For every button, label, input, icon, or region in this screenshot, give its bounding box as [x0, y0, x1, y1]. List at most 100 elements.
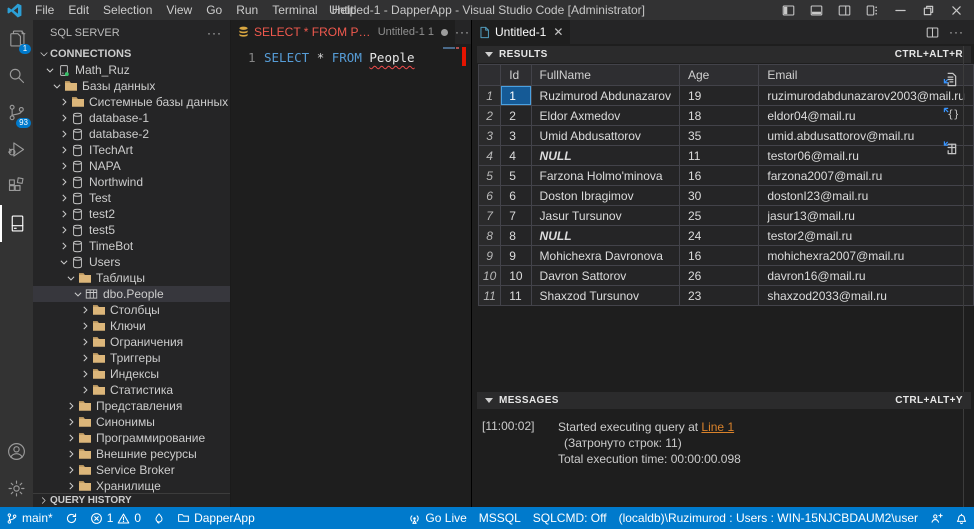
folder-status-item[interactable]: DapperApp — [171, 507, 261, 529]
tree-item[interactable]: Northwind — [33, 174, 230, 190]
notifications-item[interactable] — [949, 507, 974, 529]
tree-item[interactable]: Хранилище — [33, 478, 230, 494]
tree-item[interactable]: dbo.People — [33, 286, 230, 302]
tree-item[interactable]: Системные базы данных — [33, 94, 230, 110]
row-number-cell[interactable]: 5 — [479, 166, 501, 186]
grid-cell[interactable]: umid.abdusattorov@mail.ru — [759, 126, 974, 146]
results-grid[interactable]: IdFullNameAgeEmail11Ruzimurod Abdunazaro… — [478, 64, 974, 306]
grid-cell[interactable]: Doston Ibragimov — [531, 186, 679, 206]
tree-item[interactable]: Таблицы — [33, 270, 230, 286]
minimize-icon[interactable] — [888, 1, 912, 19]
menu-file[interactable]: File — [28, 3, 61, 17]
tree-item[interactable]: Представления — [33, 398, 230, 414]
menu-selection[interactable]: Selection — [96, 3, 159, 17]
results-section-header[interactable]: RESULTS CTRL+ALT+R — [477, 46, 971, 63]
tree-item[interactable]: NAPA — [33, 158, 230, 174]
line-1-link[interactable]: Line 1 — [701, 420, 734, 434]
split-editor-icon[interactable] — [926, 26, 939, 39]
tree-item[interactable]: ITechArt — [33, 142, 230, 158]
tree-item[interactable]: test2 — [33, 206, 230, 222]
tab-untitled-1-results[interactable]: Untitled-1 ✕ — [472, 20, 570, 44]
grid-column-header[interactable]: FullName — [531, 65, 679, 86]
tree-item[interactable]: test5 — [33, 222, 230, 238]
git-branch-item[interactable]: main* — [0, 507, 59, 529]
sql-server-icon[interactable] — [0, 205, 33, 242]
grid-cell[interactable]: davron16@mail.ru — [759, 266, 974, 286]
problems-item[interactable]: 1 0 — [84, 507, 147, 529]
grid-cell[interactable]: 2 — [501, 106, 531, 126]
grid-cell[interactable]: 9 — [501, 246, 531, 266]
menu-edit[interactable]: Edit — [61, 3, 96, 17]
grid-cell[interactable]: Shaxzod Tursunov — [531, 286, 679, 306]
grid-column-header[interactable]: Age — [679, 65, 758, 86]
source-control-icon[interactable]: 93 — [0, 94, 33, 131]
grid-cell[interactable]: jasur13@mail.ru — [759, 206, 974, 226]
sql-editor[interactable]: 1 SELECT * FROM People — [231, 44, 471, 507]
grid-cell[interactable]: 16 — [679, 246, 758, 266]
layout-sidebar-icon[interactable] — [776, 1, 800, 19]
connection-item[interactable]: (localdb)\Ruzimurod : Users : WIN-15NJCB… — [613, 507, 924, 529]
save-json-icon[interactable]: {} — [943, 106, 958, 121]
grid-cell[interactable]: 24 — [679, 226, 758, 246]
tree-item[interactable]: Индексы — [33, 366, 230, 382]
tree-item[interactable]: Ограничения — [33, 334, 230, 350]
grid-cell[interactable]: 26 — [679, 266, 758, 286]
grid-cell[interactable]: 10 — [501, 266, 531, 286]
sync-item[interactable] — [59, 507, 84, 529]
grid-cell[interactable]: 6 — [501, 186, 531, 206]
tree-item[interactable]: Столбцы — [33, 302, 230, 318]
grid-cell[interactable]: eldor04@mail.ru — [759, 106, 974, 126]
tree-item[interactable]: database-1 — [33, 110, 230, 126]
go-live-item[interactable]: Go Live — [402, 507, 472, 529]
grid-cell[interactable]: mohichexra2007@mail.ru — [759, 246, 974, 266]
row-number-cell[interactable]: 8 — [479, 226, 501, 246]
grid-cell[interactable]: farzona2007@mail.ru — [759, 166, 974, 186]
run-and-debug-icon[interactable] — [0, 131, 33, 168]
mssql-item[interactable]: MSSQL — [473, 507, 527, 529]
grid-cell[interactable]: 4 — [501, 146, 531, 166]
tree-item[interactable]: database-2 — [33, 126, 230, 142]
restore-icon[interactable] — [916, 1, 940, 19]
grid-column-header[interactable]: Email — [759, 65, 974, 86]
grid-cell[interactable]: NULL — [531, 226, 679, 246]
grid-cell[interactable]: 11 — [679, 146, 758, 166]
modified-dot-icon[interactable] — [441, 29, 448, 36]
tree-item[interactable]: Программирование — [33, 430, 230, 446]
grid-cell[interactable]: Farzona Holmo'minova — [531, 166, 679, 186]
close-icon[interactable] — [944, 1, 968, 19]
more-actions-icon[interactable]: ··· — [949, 25, 964, 39]
tree-item[interactable]: Внешние ресурсы — [33, 446, 230, 462]
menu-view[interactable]: View — [159, 3, 199, 17]
menu-go[interactable]: Go — [199, 3, 229, 17]
search-icon[interactable] — [0, 57, 33, 94]
grid-cell[interactable]: dostonI23@mail.ru — [759, 186, 974, 206]
tab-sql-query[interactable]: SELECT * FROM People Untitled-1 1 — [231, 20, 455, 44]
grid-cell[interactable]: shaxzod2033@mail.ru — [759, 286, 974, 306]
tree-item[interactable]: Test — [33, 190, 230, 206]
row-number-cell[interactable]: 7 — [479, 206, 501, 226]
row-number-cell[interactable]: 9 — [479, 246, 501, 266]
connections-section[interactable]: CONNECTIONS — [33, 46, 230, 62]
tree-item[interactable]: Users — [33, 254, 230, 270]
row-number-cell[interactable]: 3 — [479, 126, 501, 146]
grid-cell[interactable]: 18 — [679, 106, 758, 126]
grid-cell[interactable]: 3 — [501, 126, 531, 146]
row-number-cell[interactable]: 2 — [479, 106, 501, 126]
grid-cell[interactable]: testor06@mail.ru — [759, 146, 974, 166]
grid-column-header[interactable]: Id — [501, 65, 531, 86]
tree-item[interactable]: Service Broker — [33, 462, 230, 478]
grid-cell[interactable]: 19 — [679, 86, 758, 106]
grid-cell[interactable]: Eldor Axmedov — [531, 106, 679, 126]
row-number-cell[interactable]: 4 — [479, 146, 501, 166]
grid-cell[interactable]: 23 — [679, 286, 758, 306]
grid-cell[interactable]: Umid Abdusattorov — [531, 126, 679, 146]
query-history-section[interactable]: QUERY HISTORY — [33, 493, 230, 507]
grid-cell[interactable]: 7 — [501, 206, 531, 226]
extensions-icon[interactable] — [0, 168, 33, 205]
save-csv-icon[interactable] — [943, 72, 958, 87]
grid-cell[interactable]: Mohichexra Davronova — [531, 246, 679, 266]
customize-layout-icon[interactable] — [860, 1, 884, 19]
close-icon[interactable]: ✕ — [553, 25, 563, 39]
row-number-cell[interactable]: 11 — [479, 286, 501, 306]
save-excel-icon[interactable] — [943, 140, 958, 155]
